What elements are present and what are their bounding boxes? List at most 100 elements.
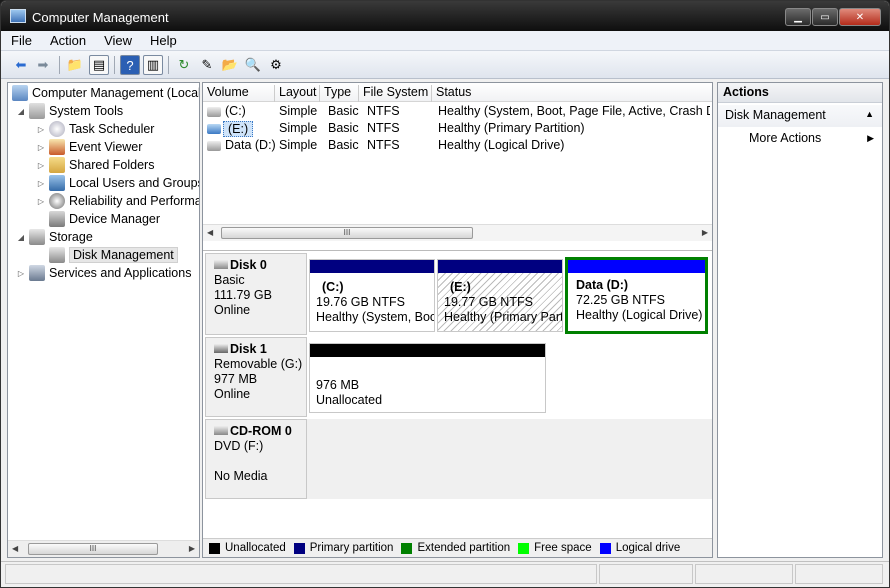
collapsed-arrow-icon[interactable]: ▷ [36,125,46,134]
legend-unallocated: Unallocated [209,542,286,554]
tree-item-storage[interactable]: ◢ Storage [16,228,93,246]
scroll-left-icon[interactable]: ◀ [207,228,213,237]
volume-row[interactable]: Data (D:) Simple Basic NTFS Healthy (Log… [203,137,712,154]
properties-icon[interactable]: ✎ [197,55,217,75]
shared-folder-icon [49,157,65,173]
drive-icon [207,124,221,134]
partition-e[interactable]: (E:) 19.77 GB NTFS Healthy (Primary Part [437,259,563,332]
open-folder-icon[interactable]: 📂 [220,55,240,75]
settings-icon[interactable]: ⚙ [266,55,286,75]
event-viewer-icon [49,139,65,155]
maximize-button[interactable]: ▭ [812,8,838,26]
more-actions-item[interactable]: More Actions ▶ [718,129,882,149]
back-arrow-icon[interactable]: ⬅ [11,55,31,75]
column-status[interactable]: Status [432,85,712,102]
menu-view[interactable]: View [94,31,140,50]
partition-d[interactable]: Data (D:) 72.25 GB NTFS Healthy (Logical… [565,257,708,334]
scroll-right-icon[interactable]: ▶ [189,544,195,553]
toolbar: ⬅ ➡ 📁 ▤ ? ▥ ↻ ✎ 📂 🔍 ⚙ [1,51,889,79]
services-icon [29,265,45,281]
menu-action[interactable]: Action [40,31,94,50]
performance-icon [49,193,65,209]
legend: Unallocated Primary partition Extended p… [203,538,712,557]
storage-icon [29,229,45,245]
disk-icon [214,260,228,269]
expanded-arrow-icon[interactable]: ◢ [16,233,26,242]
users-icon [49,175,65,191]
legend-extended-partition: Extended partition [401,542,510,554]
collapsed-arrow-icon[interactable]: ▷ [36,143,46,152]
volume-horizontal-scrollbar[interactable]: ◀ III ▶ [203,224,712,241]
expanded-arrow-icon[interactable]: ◢ [16,107,26,116]
collapsed-arrow-icon[interactable]: ▷ [16,269,26,278]
tree-item-shared-folders[interactable]: ▷ Shared Folders [36,156,154,174]
partition-unallocated[interactable]: 976 MB Unallocated [309,343,546,413]
scroll-thumb[interactable]: III [221,227,473,239]
tree-horizontal-scrollbar[interactable]: ◀ III ▶ [8,540,199,557]
forward-arrow-icon[interactable]: ➡ [33,55,53,75]
column-type[interactable]: Type [320,85,359,102]
column-file-system[interactable]: File System [359,85,432,102]
clock-icon [49,121,65,137]
tree-item-local-users[interactable]: ▷ Local Users and Groups [36,174,199,192]
cdrom-0-label[interactable]: CD-ROM 0 DVD (F:) No Media [205,419,307,499]
tree-item-reliability[interactable]: ▷ Reliability and Performa [36,192,199,210]
navigation-tree: Computer Management (Local ◢ System Tool… [7,82,200,558]
tree-item-system-tools[interactable]: ◢ System Tools [16,102,123,120]
column-layout[interactable]: Layout [275,85,320,102]
legend-primary-partition: Primary partition [293,542,393,554]
drive-icon [207,107,221,117]
menu-bar: File Action View Help [1,31,889,51]
tree-item-task-scheduler[interactable]: ▷ Task Scheduler [36,120,154,138]
submenu-arrow-icon: ▶ [867,133,874,143]
menu-file[interactable]: File [1,31,40,50]
collapse-arrow-icon[interactable]: ▲ [865,109,874,119]
scroll-left-icon[interactable]: ◀ [12,544,18,553]
close-button[interactable]: ✕ [839,8,881,26]
menu-help[interactable]: Help [140,31,185,50]
drive-icon [207,141,221,151]
disk-0-label[interactable]: Disk 0 Basic 111.79 GB Online [205,253,307,335]
scroll-right-icon[interactable]: ▶ [702,228,708,237]
legend-logical-drive: Logical drive [599,542,680,554]
tree-item-device-manager[interactable]: Device Manager [36,210,160,228]
window-title: Computer Management [32,10,169,25]
column-volume[interactable]: Volume [203,85,275,102]
title-bar[interactable]: Computer Management ▁ ▭ ✕ [1,1,889,31]
actions-title: Actions [718,83,882,103]
volume-list-header: Volume Layout Type File System Status [203,83,712,102]
collapsed-arrow-icon[interactable]: ▷ [36,161,46,170]
partition-c[interactable]: (C:) 19.76 GB NTFS Healthy (System, Boo [309,259,435,332]
tree-item-root[interactable]: Computer Management (Local [12,84,199,102]
tools-icon [29,103,45,119]
cdrom-empty-area [307,419,712,499]
minimize-button[interactable]: ▁ [785,8,811,26]
app-window: Computer Management ▁ ▭ ✕ File Action Vi… [0,0,890,588]
refresh-icon[interactable]: ↻ [174,55,194,75]
show-action-pane-icon[interactable]: ▥ [143,55,163,75]
show-hide-tree-icon[interactable]: ▤ [89,55,109,75]
legend-free-space: Free space [518,542,592,554]
search-icon[interactable]: 🔍 [243,55,263,75]
computer-management-icon [10,9,26,23]
actions-pane: Actions Disk Management ▲ More Actions ▶ [717,82,883,558]
help-icon[interactable]: ? [120,55,140,75]
tree-item-disk-management[interactable]: Disk Management [36,246,178,264]
removable-disk-icon [214,344,228,353]
disk-graphical-view: Disk 0 Basic 111.79 GB Online (C:) 19.76… [203,250,712,537]
collapsed-arrow-icon[interactable]: ▷ [36,197,46,206]
disk-1-label[interactable]: Disk 1 Removable (G:) 977 MB Online [205,337,307,417]
up-folder-icon[interactable]: 📁 [65,55,85,75]
collapsed-arrow-icon[interactable]: ▷ [36,179,46,188]
disk-management-pane: Volume Layout Type File System Status (C… [202,82,713,558]
tree-item-services[interactable]: ▷ Services and Applications [16,264,191,282]
tree-item-event-viewer[interactable]: ▷ Event Viewer [36,138,142,156]
scroll-thumb[interactable]: III [28,543,158,555]
cdrom-icon [214,426,228,435]
status-bar [1,561,889,587]
actions-section-disk-management[interactable]: Disk Management ▲ [718,105,882,127]
computer-icon [12,85,28,101]
volume-row[interactable]: (C:) Simple Basic NTFS Healthy (System, … [203,103,712,120]
device-manager-icon [49,211,65,227]
volume-row[interactable]: (E:) Simple Basic NTFS Healthy (Primary … [203,120,712,137]
